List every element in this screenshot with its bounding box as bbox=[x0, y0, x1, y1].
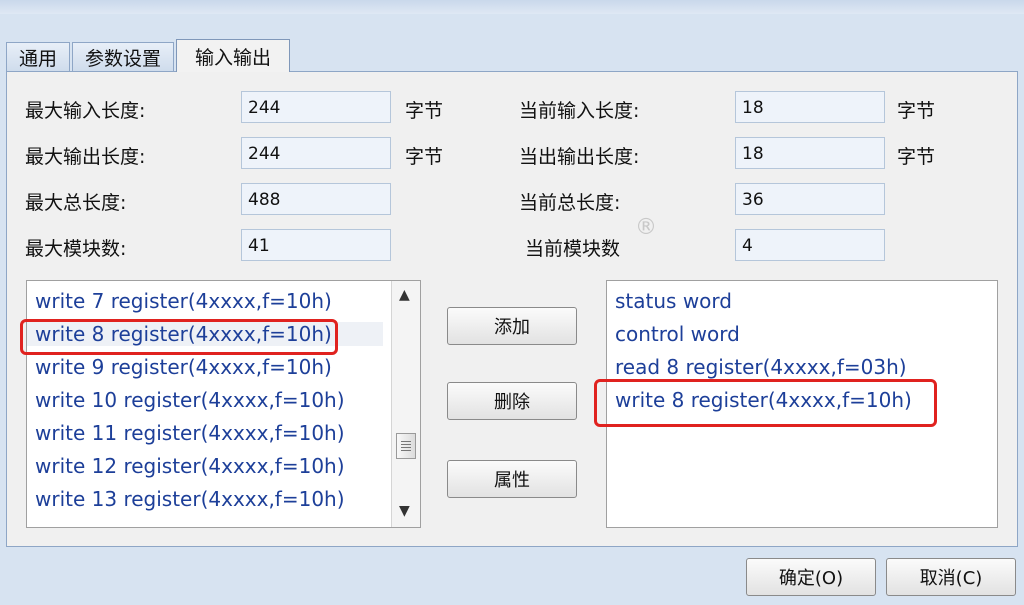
scroll-down-arrow-icon[interactable]: ▼ bbox=[399, 503, 410, 519]
max-input-unit: 字节 bbox=[405, 100, 444, 122]
tab-bar: 通用 参数设置 输入输出 bbox=[6, 39, 292, 72]
max-input-length-label: 最大输入长度: bbox=[25, 100, 146, 122]
registered-trademark-watermark: ® bbox=[635, 215, 657, 240]
max-modules-label: 最大模块数: bbox=[25, 238, 127, 260]
ok-button[interactable]: 确定(O) bbox=[746, 558, 876, 596]
add-button[interactable]: 添加 bbox=[447, 307, 577, 345]
current-total-length-label: 当前总长度: bbox=[519, 192, 621, 214]
scroll-up-arrow-icon[interactable]: ▲ bbox=[399, 287, 410, 303]
list-item[interactable]: write 13 register(4xxxx,f=10h) bbox=[35, 487, 345, 511]
current-output-unit: 字节 bbox=[897, 146, 936, 168]
cancel-button[interactable]: 取消(C) bbox=[886, 558, 1016, 596]
list-item[interactable]: read 8 register(4xxxx,f=03h) bbox=[615, 355, 907, 379]
list-item[interactable]: write 11 register(4xxxx,f=10h) bbox=[35, 421, 345, 445]
list-item[interactable]: write 10 register(4xxxx,f=10h) bbox=[35, 388, 345, 412]
list-item[interactable]: status word bbox=[615, 289, 732, 313]
window-titlebar-strip bbox=[0, 0, 1024, 14]
tab-input-output[interactable]: 输入输出 bbox=[176, 39, 291, 72]
current-input-unit: 字节 bbox=[897, 100, 936, 122]
current-input-length-field: 18 bbox=[735, 91, 885, 123]
current-modules-field: 4 bbox=[735, 229, 885, 261]
available-list-scrollbar[interactable]: ▲ ▼ bbox=[391, 281, 420, 527]
tab-parameter-settings[interactable]: 参数设置 bbox=[72, 42, 175, 71]
current-total-length-field: 36 bbox=[735, 183, 885, 215]
tab-general[interactable]: 通用 bbox=[6, 42, 71, 71]
list-item[interactable]: write 12 register(4xxxx,f=10h) bbox=[35, 454, 345, 478]
list-item[interactable]: write 9 register(4xxxx,f=10h) bbox=[35, 355, 332, 379]
max-output-length-field: 244 bbox=[241, 137, 391, 169]
list-item[interactable]: control word bbox=[615, 322, 740, 346]
io-settings-panel: 最大输入长度: 244 字节 最大输出长度: 244 字节 最大总长度: 488… bbox=[6, 71, 1018, 547]
annotation-highlight-left bbox=[20, 319, 338, 355]
annotation-highlight-right bbox=[594, 379, 937, 427]
max-output-unit: 字节 bbox=[405, 146, 444, 168]
max-total-length-field: 488 bbox=[241, 183, 391, 215]
list-item[interactable]: write 7 register(4xxxx,f=10h) bbox=[35, 289, 332, 313]
max-modules-field: 41 bbox=[241, 229, 391, 261]
properties-button[interactable]: 属性 bbox=[447, 460, 577, 498]
scroll-thumb[interactable] bbox=[396, 433, 416, 459]
available-modules-list[interactable]: write 7 register(4xxxx,f=10h) write 8 re… bbox=[26, 280, 421, 528]
current-output-length-label: 当出输出长度: bbox=[519, 146, 640, 168]
max-output-length-label: 最大输出长度: bbox=[25, 146, 146, 168]
current-modules-label: 当前模块数 bbox=[525, 238, 621, 260]
delete-button[interactable]: 删除 bbox=[447, 382, 577, 420]
current-input-length-label: 当前输入长度: bbox=[519, 100, 640, 122]
max-input-length-field: 244 bbox=[241, 91, 391, 123]
current-output-length-field: 18 bbox=[735, 137, 885, 169]
max-total-length-label: 最大总长度: bbox=[25, 192, 127, 214]
